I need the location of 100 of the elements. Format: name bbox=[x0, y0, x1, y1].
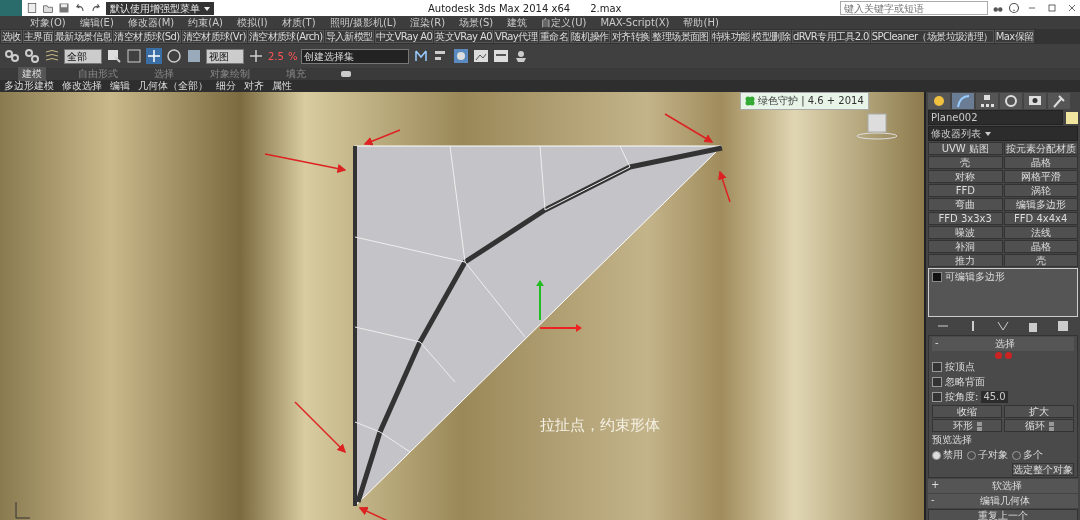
modifier-stack[interactable]: 可编辑多边形 bbox=[928, 268, 1078, 317]
rollout-header[interactable]: - 选择 bbox=[932, 337, 1074, 351]
selection-filter-dropdown[interactable]: 全部 bbox=[64, 48, 102, 64]
plugin-button[interactable]: 清空材质球(Arch) bbox=[247, 30, 324, 43]
radio-button[interactable] bbox=[932, 450, 941, 460]
object-name-field[interactable]: Plane002 bbox=[928, 110, 1063, 125]
modifier-button[interactable]: UVW 贴图 bbox=[928, 142, 1003, 155]
mesh-drawing[interactable] bbox=[353, 145, 723, 507]
modifier-button[interactable]: 按元素分配材质 bbox=[1003, 142, 1078, 155]
link-icon[interactable] bbox=[4, 48, 20, 64]
save-icon[interactable] bbox=[58, 2, 70, 14]
menu-item[interactable]: 照明/摄影机(L) bbox=[329, 15, 397, 30]
selection-button[interactable]: 收缩 bbox=[932, 405, 1002, 418]
modifier-button[interactable]: 网格平滑 bbox=[1003, 170, 1078, 183]
plugin-button[interactable]: 随机操作 bbox=[570, 30, 610, 43]
modifier-button[interactable]: 弯曲 bbox=[928, 198, 1003, 211]
plugin-button[interactable]: 清空材质球(Vr) bbox=[181, 30, 247, 43]
plugin-button[interactable]: dRVR专用工具2.0 bbox=[791, 30, 870, 43]
select-object-icon[interactable] bbox=[106, 48, 122, 64]
stack-item[interactable]: 可编辑多边形 bbox=[930, 270, 1076, 284]
redo-icon[interactable] bbox=[90, 2, 102, 14]
ribbon-group[interactable]: 编辑 bbox=[110, 79, 130, 93]
help-icon[interactable] bbox=[1008, 2, 1020, 14]
utilities-tab[interactable] bbox=[1048, 93, 1070, 109]
undo-icon[interactable] bbox=[74, 2, 86, 14]
modifier-button[interactable]: FFD 4x4x4 bbox=[1003, 212, 1078, 225]
plugin-button[interactable]: VRay代理 bbox=[493, 30, 538, 43]
selection-button[interactable]: 环形 bbox=[932, 419, 1002, 432]
menu-item[interactable]: 编辑(E) bbox=[79, 15, 114, 30]
angle-spinner[interactable]: 45.0 bbox=[981, 391, 1008, 403]
modifier-list-dropdown[interactable]: 修改器列表 bbox=[928, 126, 1078, 141]
rotate-icon[interactable] bbox=[166, 48, 182, 64]
search-field[interactable]: 键入关键字或短语 bbox=[840, 1, 988, 15]
unlink-icon[interactable] bbox=[24, 48, 40, 64]
modifier-button[interactable]: 涡轮 bbox=[1003, 184, 1078, 197]
display-tab[interactable] bbox=[1024, 93, 1046, 109]
menu-item[interactable]: 修改器(M) bbox=[127, 15, 175, 30]
repeat-last-button[interactable]: 重复上一个 bbox=[928, 509, 1078, 520]
object-color-swatch[interactable] bbox=[1066, 111, 1078, 124]
menu-item[interactable]: 模拟(I) bbox=[236, 15, 268, 30]
menu-item[interactable]: 建筑 bbox=[507, 15, 528, 30]
workspace-dropdown[interactable]: 默认使用增强型菜单 bbox=[106, 1, 214, 15]
menu-item[interactable]: 自定义(U) bbox=[541, 15, 587, 30]
modifier-button[interactable]: 对称 bbox=[928, 170, 1003, 183]
render-frame-icon[interactable] bbox=[493, 48, 510, 64]
plugin-button[interactable]: 整理场景面图 bbox=[651, 30, 710, 43]
scale-icon[interactable] bbox=[186, 48, 202, 64]
modifier-button[interactable]: 推力 bbox=[928, 254, 1003, 267]
checkbox[interactable] bbox=[932, 392, 942, 402]
plugin-button[interactable]: 中文VRay A0 bbox=[374, 30, 434, 43]
plugin-button[interactable]: Max保留 bbox=[994, 30, 1035, 43]
ribbon-group[interactable]: 细分 bbox=[216, 79, 236, 93]
modifier-button[interactable]: 噪波 bbox=[928, 226, 1003, 239]
menu-item[interactable]: 约束(A) bbox=[188, 15, 223, 30]
ribbon-group[interactable]: 修改选择 bbox=[62, 79, 102, 93]
modifier-button[interactable]: 编辑多边形 bbox=[1003, 198, 1078, 211]
motion-tab[interactable] bbox=[1000, 93, 1022, 109]
select-whole-button[interactable]: 选定整个对象 bbox=[1012, 463, 1074, 476]
checkbox[interactable] bbox=[932, 377, 942, 387]
ribbon-group[interactable]: 几何体（全部） bbox=[138, 79, 208, 93]
plugin-button[interactable]: 特殊功能 bbox=[710, 30, 751, 43]
menu-item[interactable]: 材质(T) bbox=[281, 15, 316, 30]
open-folder-icon[interactable] bbox=[42, 2, 54, 14]
menu-item[interactable]: 场景(S) bbox=[459, 15, 494, 30]
ribbon-group[interactable]: 对齐 bbox=[244, 79, 264, 93]
create-tab[interactable] bbox=[928, 93, 950, 109]
rollout-header[interactable]: - 编辑几何体 bbox=[928, 494, 1078, 508]
plugin-button[interactable]: 英文VRay A0 bbox=[434, 30, 493, 43]
mirror-icon[interactable] bbox=[413, 48, 430, 64]
ribbon-group[interactable]: 多边形建模 bbox=[4, 79, 54, 93]
ribbon-tab[interactable]: 建模 bbox=[18, 67, 46, 81]
modifier-button[interactable]: 补洞 bbox=[928, 240, 1003, 253]
hierarchy-tab[interactable] bbox=[976, 93, 998, 109]
coordinate-system-dropdown[interactable]: 视图 bbox=[206, 48, 244, 64]
menu-item[interactable]: 对象(O) bbox=[30, 15, 66, 30]
modifier-button[interactable]: 晶格 bbox=[1003, 156, 1078, 169]
plugin-button[interactable]: 清空材质球(Sd) bbox=[113, 30, 181, 43]
plugin-button[interactable]: 重命名 bbox=[538, 30, 570, 43]
plugin-button[interactable]: 主界面 bbox=[22, 30, 53, 43]
plugin-button[interactable]: 模型删除 bbox=[751, 30, 791, 43]
modifier-button[interactable]: FFD bbox=[928, 184, 1003, 197]
plugin-button[interactable]: SPCleaner（场景垃圾清理） bbox=[870, 30, 994, 43]
menu-item[interactable]: MAX-Script(X) bbox=[600, 17, 670, 28]
plugin-button[interactable]: 导入新模型 bbox=[324, 30, 374, 43]
modifier-button[interactable]: 壳 bbox=[928, 156, 1003, 169]
new-file-icon[interactable] bbox=[26, 2, 38, 14]
plugin-button[interactable]: 对齐转换 bbox=[610, 30, 651, 43]
rollout-header[interactable]: + 软选择 bbox=[928, 479, 1078, 493]
plugin-button[interactable]: 选收 bbox=[1, 30, 22, 43]
selection-button[interactable]: 循环 bbox=[1004, 419, 1074, 432]
selection-button[interactable]: 扩大 bbox=[1004, 405, 1074, 418]
pivot-icon[interactable] bbox=[248, 48, 264, 64]
ribbon-group[interactable]: 属性 bbox=[272, 79, 292, 93]
modifier-button[interactable]: 壳 bbox=[1003, 254, 1078, 267]
menu-item[interactable]: 帮助(H) bbox=[683, 15, 719, 30]
plugin-button[interactable]: 最新场景信息 bbox=[54, 30, 113, 43]
configure-icon[interactable] bbox=[1055, 318, 1071, 334]
modifier-button[interactable]: FFD 3x3x3 bbox=[928, 212, 1003, 225]
viewport[interactable]: 绿色守护 | 4.6 + 2014 拉扯点，约束形体 bbox=[0, 92, 924, 520]
transform-gizmo[interactable] bbox=[536, 280, 582, 332]
